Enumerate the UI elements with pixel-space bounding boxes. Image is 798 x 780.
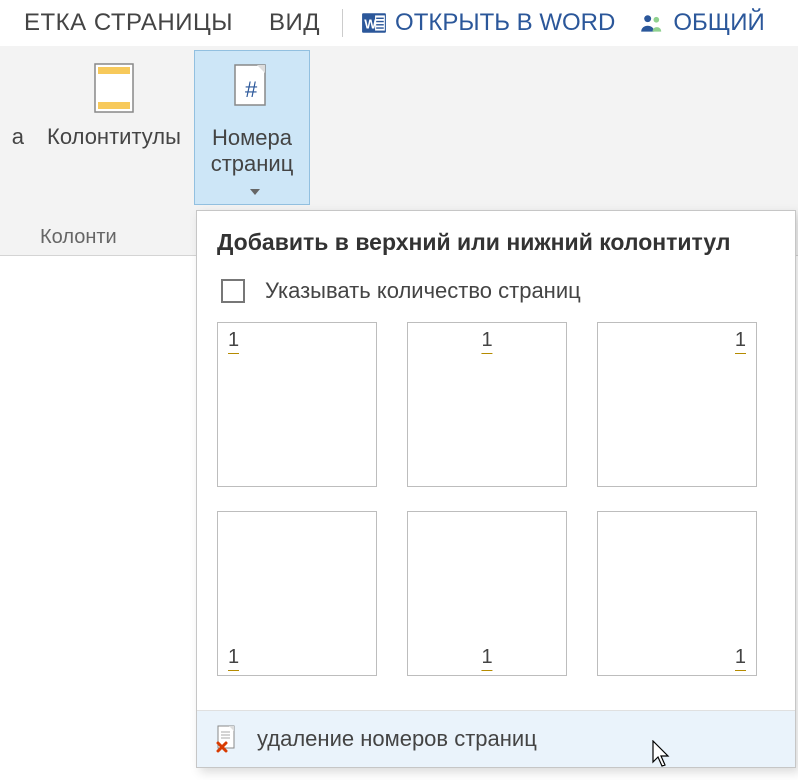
sample-number: 1 [228, 329, 239, 352]
sample-number: 1 [481, 646, 492, 669]
generic-icon [0, 58, 24, 118]
position-option-bottom-left[interactable]: 1 [217, 511, 377, 676]
position-option-bottom-center[interactable]: 1 [407, 511, 567, 676]
chevron-down-icon [250, 189, 260, 195]
tab-separator [342, 9, 343, 37]
svg-text:W: W [364, 16, 377, 31]
include-page-count-checkbox[interactable]: Указывать количество страниц [197, 270, 795, 322]
remove-page-number-icon [215, 725, 239, 753]
open-in-word-button[interactable]: W ОТКРЫТЬ В WORD [347, 9, 629, 37]
position-option-bottom-right[interactable]: 1 [597, 511, 757, 676]
sample-number: 1 [228, 646, 239, 669]
sample-number: 1 [481, 329, 492, 352]
sample-number: 1 [735, 646, 746, 669]
ribbon-button-partial-label: а [12, 124, 24, 150]
open-in-word-label: ОТКРЫТЬ В WORD [395, 9, 615, 37]
remove-page-numbers-item[interactable]: удаление номеров страниц [197, 710, 795, 767]
position-option-top-center[interactable]: 1 [407, 322, 567, 487]
ribbon-button-partial[interactable]: а [0, 50, 34, 150]
ribbon-group-label: Колонти [40, 226, 117, 249]
tab-view[interactable]: ВИД [251, 9, 338, 37]
people-icon [639, 10, 665, 36]
page-numbers-label-1: Номера [212, 125, 292, 150]
tab-page-layout[interactable]: ЕТКА СТРАНИЦЫ [6, 9, 251, 37]
headers-footers-label: Колонтитулы [47, 124, 181, 150]
share-label: ОБЩИЙ [673, 9, 764, 37]
header-footer-icon [93, 62, 135, 114]
remove-page-numbers-label: удаление номеров страниц [257, 726, 537, 752]
svg-text:#: # [245, 77, 258, 102]
headers-footers-button[interactable]: Колонтитулы [34, 50, 194, 150]
word-icon: W [361, 10, 387, 36]
include-page-count-label: Указывать количество страниц [265, 278, 581, 304]
page-number-icon: # [231, 63, 273, 115]
sample-number: 1 [735, 329, 746, 352]
dropdown-title: Добавить в верхний или нижний колонтитул [197, 211, 795, 270]
position-option-top-right[interactable]: 1 [597, 322, 757, 487]
page-numbers-button[interactable]: # Номера страниц [194, 50, 310, 205]
page-numbers-label-2: страниц [211, 151, 294, 176]
page-numbers-dropdown: Добавить в верхний или нижний колонтитул… [196, 210, 796, 768]
position-option-top-left[interactable]: 1 [217, 322, 377, 487]
share-button[interactable]: ОБЩИЙ [629, 9, 774, 37]
checkbox-box [221, 279, 245, 303]
position-thumbnails: 1 1 1 1 1 1 [197, 322, 795, 710]
